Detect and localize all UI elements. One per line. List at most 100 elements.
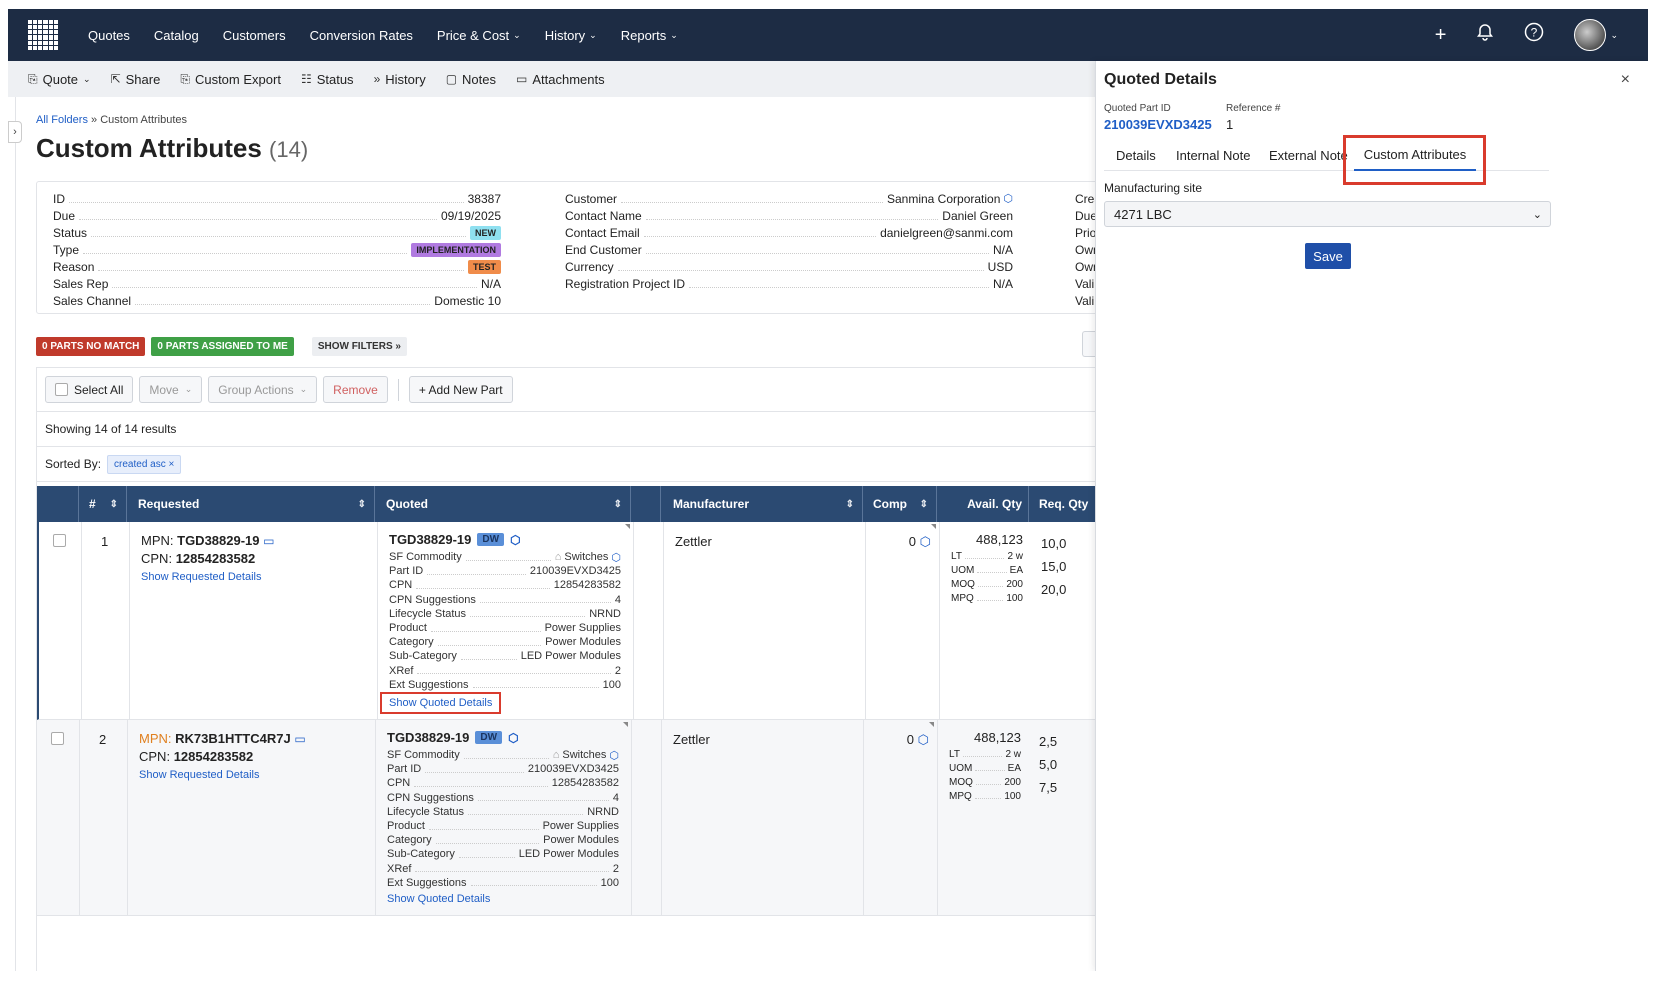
close-icon[interactable]: × [169, 459, 175, 470]
chevron-down-icon: ⌄ [1532, 208, 1542, 221]
chevron-down-icon: ⌄ [589, 29, 597, 40]
cube-icon[interactable]: ⬡ [920, 534, 931, 549]
folder-icon[interactable]: ▭ [294, 732, 305, 746]
avail-field: MPQ 100 [949, 790, 1021, 802]
bell-icon[interactable] [1476, 23, 1494, 47]
add-new-part-button[interactable]: + Add New Part [408, 376, 513, 403]
tab-details[interactable]: Details [1116, 139, 1156, 171]
show-quoted-details-link[interactable]: Show Quoted Details [379, 691, 502, 714]
remove-button[interactable]: Remove [323, 376, 388, 403]
attachments-button[interactable]: ▭ Attachments [516, 72, 605, 87]
row-checkbox[interactable] [51, 732, 64, 745]
avail-field: LT 2 w [949, 748, 1021, 760]
cube-icon[interactable]: ⬡ [918, 732, 929, 747]
share-button[interactable]: ⇱ Share [111, 72, 161, 87]
manufacturer-cell: Zettler [673, 732, 710, 747]
sort-icon: ⇕ [845, 498, 854, 510]
nav-item-catalog[interactable]: Catalog [154, 28, 199, 43]
quoted-part-id-label: Quoted Part ID [1104, 103, 1171, 114]
header-avail-qty[interactable]: Avail. Qty [937, 486, 1029, 522]
header-quoted[interactable]: Quoted ⇕ [375, 486, 631, 522]
status-badge: NEW [470, 225, 501, 240]
quoted-field: Lifecycle Status NRND [387, 805, 619, 818]
quoted-field: SF Commodity ⌂ Switches ⬡ [389, 551, 621, 564]
cube-icon[interactable]: ⬡ [611, 551, 621, 564]
table-header: # ⇕ Requested ⇕ Quoted ⇕ Manufacturer ⇕ Comp… [37, 486, 1167, 522]
manufacturer-cell: Zettler [675, 534, 712, 549]
leader-dots [964, 553, 1005, 559]
header-num[interactable]: # ⇕ [79, 486, 127, 522]
record-toolbar: ⎘ Quote ⌄ ⇱ Share ⎘ Custom Export ☷ Status » H… [8, 61, 1168, 97]
column-settings-button[interactable] [1082, 331, 1096, 357]
cube-icon[interactable]: ⬡ [510, 533, 520, 547]
info-row: ID 38387 [53, 191, 501, 206]
status-icon: ☷ [300, 72, 312, 86]
leader-dots [468, 808, 584, 816]
status-badge: TEST [467, 259, 501, 274]
show-requested-details-link[interactable]: Show Requested Details [139, 766, 306, 784]
tab-internal-note[interactable]: Internal Note [1176, 139, 1250, 171]
cube-icon[interactable]: ⬡ [609, 749, 619, 762]
chevron-down-icon: ⌄ [83, 73, 91, 84]
history-button[interactable]: » History [374, 72, 426, 87]
column-divider [937, 720, 938, 915]
header-comp[interactable]: Comp ⇕ [863, 486, 937, 522]
nav-item-conversion-rates[interactable]: Conversion Rates [310, 28, 413, 43]
breadcrumb-all-folders[interactable]: All Folders [36, 114, 88, 126]
nav-item-price-cost[interactable]: Price & Cost ⌄ [437, 28, 521, 43]
status-button[interactable]: ☷ Status [301, 72, 354, 87]
app-logo-icon[interactable] [28, 20, 58, 50]
nav-item-quotes[interactable]: Quotes [88, 28, 130, 43]
nav-item-customers[interactable]: Customers [223, 28, 286, 43]
leader-dots [645, 212, 939, 220]
info-row: Registration Project ID N/A [565, 276, 1013, 291]
group-actions-button[interactable]: Group Actions ⌄ [208, 376, 318, 403]
nav-item-history[interactable]: History ⌄ [545, 28, 597, 43]
show-requested-details-link[interactable]: Show Requested Details [141, 568, 274, 586]
table-row[interactable]: 1 MPN: TGD38829-19 ▭ CPN: 12854283582 Show … [37, 522, 1167, 720]
cube-icon[interactable]: ⬡ [1003, 192, 1013, 205]
tab-external-note[interactable]: External Note [1269, 139, 1348, 171]
quote-icon: ⎘ [28, 71, 38, 86]
select-all-checkbox[interactable] [55, 383, 68, 396]
show-filters-button[interactable]: SHOW FILTERS » [311, 337, 407, 356]
notes-icon: ▢ [445, 72, 458, 86]
column-divider [377, 522, 378, 719]
cube-icon[interactable]: ⬡ [508, 731, 518, 745]
avail-qty-cell: 488,123 LT 2 w UOM EA MOQ 200 MPQ 100 [951, 532, 1023, 604]
move-button[interactable]: Move ⌄ [139, 376, 203, 403]
nav-item-reports[interactable]: Reports ⌄ [621, 28, 678, 43]
select-all-button[interactable]: Select All [45, 376, 134, 403]
custom-export-button[interactable]: ⎘ Custom Export [180, 72, 281, 87]
notes-button[interactable]: ▢ Notes [446, 72, 496, 87]
parts-no-match-chip[interactable]: 0 PARTS NO MATCH [36, 337, 146, 356]
sort-tag[interactable]: created asc × [107, 454, 182, 474]
svg-text:?: ? [1531, 26, 1538, 40]
share-icon: ⇱ [110, 72, 121, 86]
quoted-field: CPN Suggestions 4 [387, 791, 619, 804]
page-count: (14) [269, 137, 309, 162]
leader-dots [479, 596, 611, 604]
breadcrumb: All Folders » Custom Attributes [36, 114, 188, 126]
help-icon[interactable]: ? [1524, 22, 1544, 48]
save-button[interactable]: Save [1305, 243, 1351, 269]
quote-menu-button[interactable]: ⎘ Quote ⌄ [28, 72, 91, 87]
manufacturing-site-select[interactable]: 4271 LBC ⌄ [1104, 201, 1551, 227]
header-manufacturer[interactable]: Manufacturer ⇕ [661, 486, 863, 522]
quoted-cell: TGD38829-19 DW ⬡ SF Commodity ⌂ Switches ⬡ Part… [379, 532, 621, 714]
show-quoted-details-link[interactable]: Show Quoted Details [387, 893, 490, 905]
leader-dots [135, 297, 431, 305]
close-icon[interactable]: × [1621, 71, 1630, 89]
avail-qty-cell: 488,123 LT 2 w UOM EA MOQ 200 MPQ 100 [949, 730, 1021, 802]
leader-dots [430, 625, 541, 632]
parts-assigned-chip[interactable]: 0 PARTS ASSIGNED TO ME [151, 337, 294, 356]
row-checkbox[interactable] [53, 534, 66, 547]
sidebar-toggle-chevron-icon[interactable]: › [8, 121, 22, 143]
folder-icon[interactable]: ▭ [263, 534, 274, 548]
avail-field: UOM EA [949, 762, 1021, 774]
user-menu[interactable]: ⌄ [1574, 19, 1618, 51]
quoted-part-id-link[interactable]: 210039EVXD3425 [1104, 117, 1212, 132]
plus-icon[interactable]: + [1435, 24, 1447, 47]
header-requested[interactable]: Requested ⇕ [127, 486, 375, 522]
table-row[interactable]: 2 MPN: RK73B1HTTC4R7J ▭ CPN: 12854283582 Sh… [37, 720, 1167, 916]
